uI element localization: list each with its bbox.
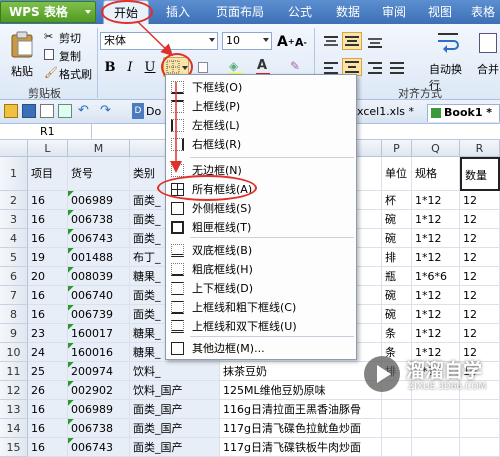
row-header[interactable]: 15 bbox=[0, 438, 28, 457]
cell-m[interactable]: 006743 bbox=[68, 438, 130, 457]
cell-q[interactable] bbox=[412, 419, 460, 438]
cell-r[interactable] bbox=[460, 419, 500, 438]
cell-p[interactable] bbox=[382, 438, 412, 457]
cell-n[interactable]: 面类_国产 bbox=[130, 419, 220, 438]
watermark-url: ZIXUE.3D66.COM bbox=[408, 382, 487, 392]
row-header[interactable]: 14 bbox=[0, 419, 28, 438]
cell-r[interactable] bbox=[460, 438, 500, 457]
cell-o[interactable]: 117g日清飞碟色拉鱿鱼炒面 bbox=[220, 419, 382, 438]
watermark: 溜溜自学 ZIXUE.3D66.COM bbox=[362, 350, 500, 406]
cell-m[interactable]: 006738 bbox=[68, 419, 130, 438]
play-logo-icon bbox=[364, 356, 400, 392]
cell-l[interactable]: 16 bbox=[28, 438, 68, 457]
watermark-title: 溜溜自学 bbox=[406, 360, 483, 382]
cell-l[interactable]: 16 bbox=[28, 419, 68, 438]
cell-q[interactable] bbox=[412, 438, 460, 457]
cell-p[interactable] bbox=[382, 419, 412, 438]
cell-o[interactable]: 117g日清飞碟铁板牛肉炒面 bbox=[220, 438, 382, 457]
cell-n[interactable]: 面类_国产 bbox=[130, 438, 220, 457]
